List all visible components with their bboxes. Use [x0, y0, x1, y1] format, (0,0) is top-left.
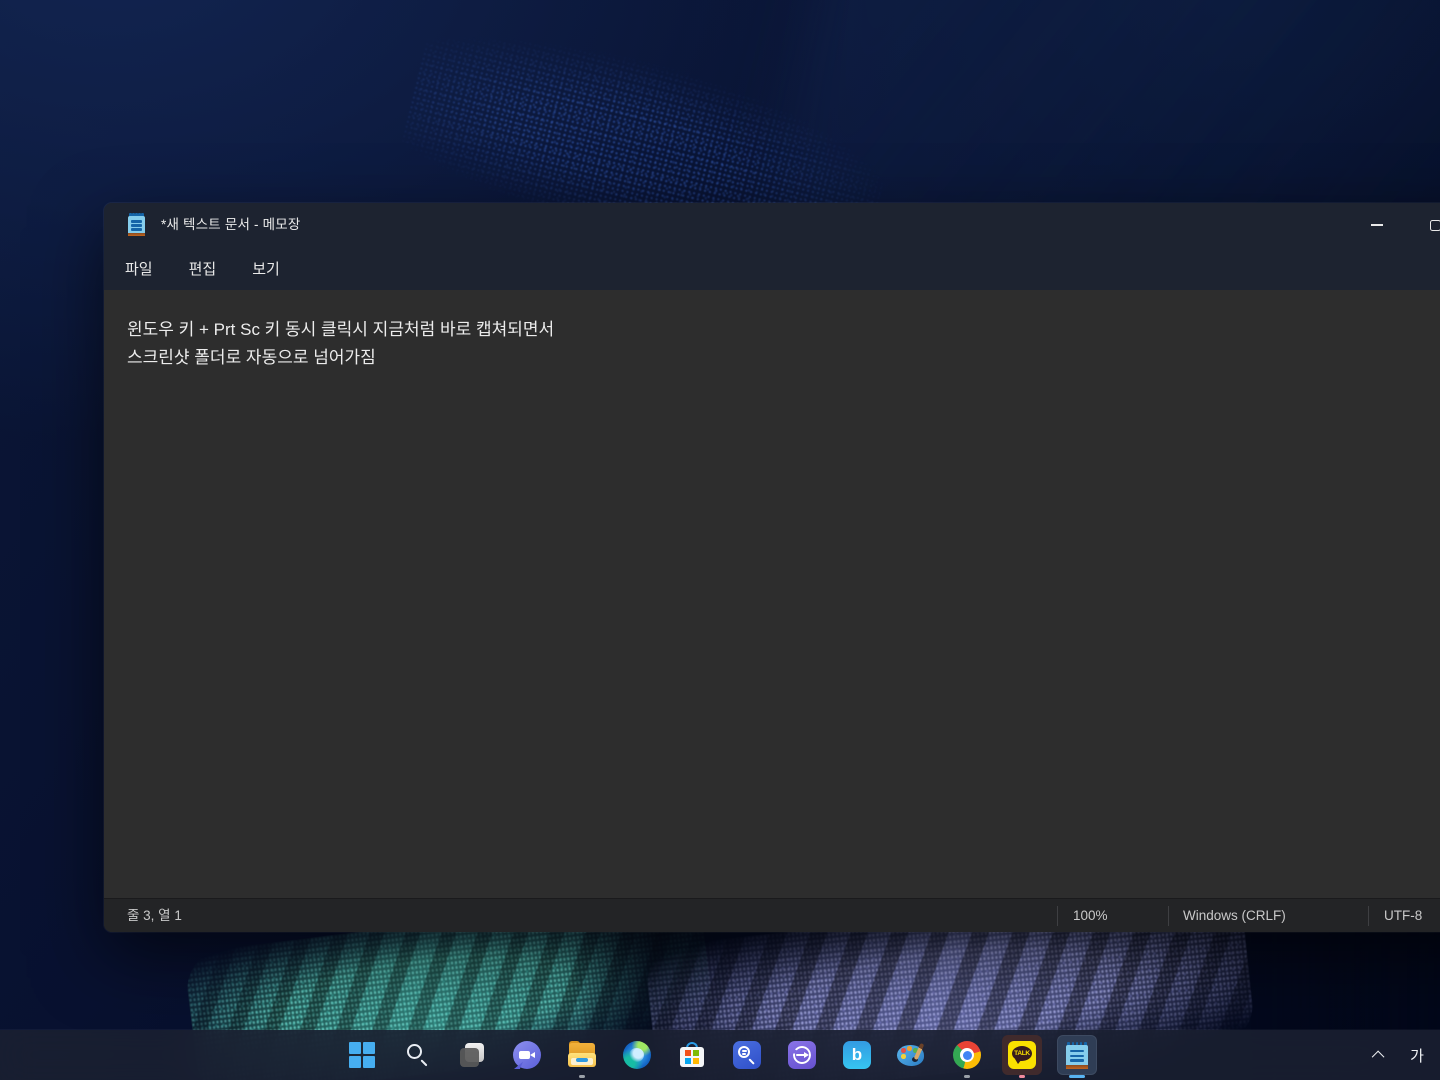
menu-file[interactable]: 파일 [117, 253, 161, 284]
notepad-icon [1066, 1042, 1088, 1069]
taskbar-bixby-button[interactable]: b [837, 1035, 877, 1075]
window-title: *새 텍스트 문서 - 메모장 [161, 203, 301, 247]
taskbar: b TALK [0, 1030, 1440, 1080]
taskbar-edge-button[interactable] [617, 1035, 657, 1075]
menubar: 파일 편집 보기 [104, 247, 1440, 290]
tray-show-hidden-button[interactable] [1366, 1037, 1392, 1073]
desktop: *새 텍스트 문서 - 메모장 파일 편집 보기 윈도우 키 + Prt Sc … [0, 0, 1440, 1080]
menu-edit[interactable]: 편집 [181, 253, 225, 284]
file-explorer-icon [568, 1043, 596, 1067]
taskbar-icons: b TALK [342, 1035, 1097, 1075]
taskbar-chat-button[interactable] [507, 1035, 547, 1075]
taskbar-chrome-button[interactable] [947, 1035, 987, 1075]
taskbar-start-button[interactable] [342, 1035, 382, 1075]
kakaotalk-label: TALK [1014, 1050, 1030, 1057]
titlebar[interactable]: *새 텍스트 문서 - 메모장 [104, 203, 1440, 247]
minimize-button[interactable] [1354, 203, 1400, 247]
edge-icon [623, 1041, 651, 1069]
running-indicator [579, 1075, 585, 1078]
editor-line-1: 윈도우 키 + Prt Sc 키 동시 클릭시 지금처럼 바로 캡쳐되면서 [127, 316, 1440, 344]
menu-view[interactable]: 보기 [244, 253, 288, 284]
bixby-icon: b [843, 1041, 871, 1069]
quick-share-icon [788, 1041, 816, 1069]
statusbar: 줄 3, 열 1 100% Windows (CRLF) UTF-8 [104, 898, 1440, 932]
minimize-icon [1371, 224, 1383, 226]
taskbar-file-explorer-button[interactable] [562, 1035, 602, 1075]
notepad-icon [128, 213, 145, 236]
active-indicator [1069, 1075, 1085, 1078]
quick-search-icon [733, 1041, 761, 1069]
task-view-icon [459, 1042, 485, 1068]
ime-indicator[interactable]: 가 [1404, 1037, 1430, 1073]
text-editor[interactable]: 윈도우 키 + Prt Sc 키 동시 클릭시 지금처럼 바로 캡쳐되면서 스크… [104, 290, 1440, 898]
cursor-position: 줄 3, 열 1 [127, 899, 182, 932]
taskbar-store-button[interactable] [672, 1035, 712, 1075]
statusbar-divider [1368, 906, 1369, 926]
notification-indicator [1019, 1075, 1025, 1078]
running-indicator [964, 1075, 970, 1078]
taskbar-quick-share-button[interactable] [782, 1035, 822, 1075]
taskbar-notepad-button[interactable] [1057, 1035, 1097, 1075]
system-tray: 가 [1366, 1035, 1430, 1075]
statusbar-divider [1168, 906, 1169, 926]
search-icon [404, 1042, 430, 1068]
taskbar-task-view-button[interactable] [452, 1035, 492, 1075]
statusbar-divider [1057, 906, 1058, 926]
chrome-icon [953, 1041, 981, 1069]
zoom-level[interactable]: 100% [1073, 899, 1108, 932]
chat-icon [513, 1041, 541, 1069]
paint-icon [897, 1042, 927, 1068]
chevron-up-icon [1371, 1050, 1384, 1063]
microsoft-store-icon [679, 1042, 705, 1068]
maximize-icon [1430, 220, 1440, 231]
taskbar-kakaotalk-button[interactable]: TALK [1002, 1035, 1042, 1075]
encoding: UTF-8 [1384, 899, 1422, 932]
notepad-window: *새 텍스트 문서 - 메모장 파일 편집 보기 윈도우 키 + Prt Sc … [104, 203, 1440, 932]
taskbar-paint-button[interactable] [892, 1035, 932, 1075]
line-ending: Windows (CRLF) [1183, 899, 1286, 932]
windows-start-icon [349, 1042, 375, 1068]
taskbar-quick-search-button[interactable] [727, 1035, 767, 1075]
editor-line-2: 스크린샷 폴더로 자동으로 넘어가짐 [127, 344, 1440, 372]
kakaotalk-icon: TALK [1008, 1041, 1036, 1069]
taskbar-search-button[interactable] [397, 1035, 437, 1075]
maximize-button[interactable] [1412, 203, 1440, 247]
